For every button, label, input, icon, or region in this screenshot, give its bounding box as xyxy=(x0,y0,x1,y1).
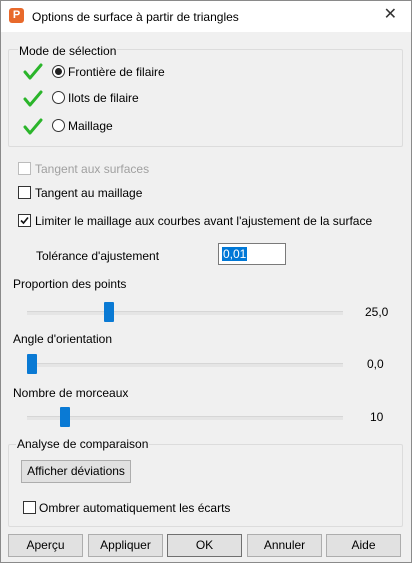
radio-wire-boundary[interactable] xyxy=(52,65,65,78)
checkmark-icon xyxy=(20,216,29,225)
pieces-count-thumb[interactable] xyxy=(60,407,70,427)
points-proportion-value: 25,0 xyxy=(365,305,389,319)
cancel-button[interactable]: Annuler xyxy=(247,534,322,557)
ok-button[interactable]: OK xyxy=(167,534,242,557)
comparison-legend: Analyse de comparaison xyxy=(16,437,150,451)
app-icon: P xyxy=(9,8,24,23)
dialog-title: Options de surface à partir de triangles xyxy=(32,10,239,24)
points-proportion-track[interactable] xyxy=(27,311,343,315)
orientation-angle-label: Angle d'orientation xyxy=(13,332,113,346)
radio-mesh[interactable] xyxy=(52,119,65,132)
radio-wire-islands-label[interactable]: Ilots de filaire xyxy=(68,91,139,105)
limit-mesh-label[interactable]: Limiter le maillage aux courbes avant l'… xyxy=(35,214,372,228)
green-check-icon xyxy=(23,63,43,81)
tangent-surfaces-checkbox[interactable] xyxy=(18,162,31,175)
orientation-angle-track[interactable] xyxy=(27,363,343,367)
points-proportion-label: Proportion des points xyxy=(13,277,127,291)
tangent-mesh-label[interactable]: Tangent au maillage xyxy=(35,186,142,200)
pieces-count-label: Nombre de morceaux xyxy=(13,386,129,400)
pieces-count-track[interactable] xyxy=(27,416,343,420)
tolerance-label: Tolérance d'ajustement xyxy=(36,249,160,263)
tolerance-input[interactable]: 0,01 xyxy=(218,243,286,265)
auto-shade-checkbox[interactable] xyxy=(23,501,36,514)
green-check-icon xyxy=(23,118,43,136)
limit-mesh-checkbox[interactable] xyxy=(18,214,31,227)
apply-button[interactable]: Appliquer xyxy=(88,534,163,557)
dialog-window: P Options de surface à partir de triangl… xyxy=(0,0,412,563)
tangent-surfaces-label: Tangent aux surfaces xyxy=(35,162,150,176)
auto-shade-label[interactable]: Ombrer automatiquement les écarts xyxy=(39,501,230,515)
points-proportion-thumb[interactable] xyxy=(104,302,114,322)
help-button[interactable]: Aide xyxy=(326,534,401,557)
orientation-angle-value: 0,0 xyxy=(367,357,384,371)
selection-mode-legend: Mode de sélection xyxy=(18,44,118,58)
radio-mesh-label[interactable]: Maillage xyxy=(68,119,113,133)
radio-wire-boundary-label[interactable]: Frontière de filaire xyxy=(68,65,165,79)
radio-wire-islands[interactable] xyxy=(52,91,65,104)
show-deviations-button[interactable]: Afficher déviations xyxy=(21,460,131,483)
title-bar[interactable]: P Options de surface à partir de triangl… xyxy=(1,1,411,32)
green-check-icon xyxy=(23,90,43,108)
orientation-angle-thumb[interactable] xyxy=(27,354,37,374)
tangent-mesh-checkbox[interactable] xyxy=(18,186,31,199)
close-icon[interactable]: ✕ xyxy=(384,7,397,23)
preview-button[interactable]: Aperçu xyxy=(8,534,83,557)
pieces-count-value: 10 xyxy=(370,410,384,424)
tolerance-value: 0,01 xyxy=(222,247,248,261)
